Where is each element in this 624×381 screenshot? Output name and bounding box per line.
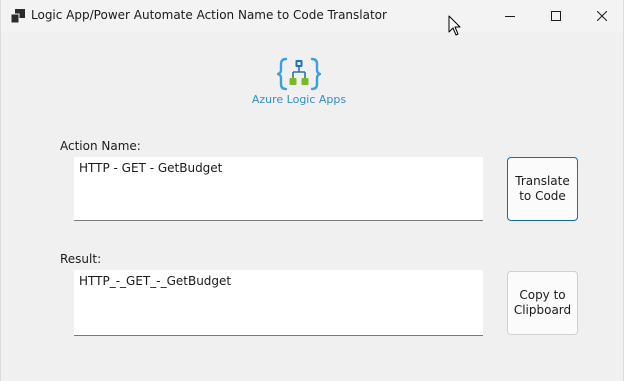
window-title: Logic App/Power Automate Action Name to … [31, 8, 387, 22]
maximize-button[interactable] [533, 0, 579, 32]
close-button[interactable] [579, 0, 624, 32]
copy-button-label-line2: Clipboard [513, 303, 572, 317]
translate-button-label-line1: Translate [515, 174, 570, 188]
close-icon [597, 11, 607, 21]
minimize-button[interactable] [487, 0, 533, 32]
logo: Azure Logic Apps [249, 55, 349, 107]
mouse-cursor-icon [448, 15, 461, 36]
result-label: Result: [60, 252, 102, 266]
logo-caption: Azure Logic Apps [251, 93, 347, 106]
title-bar[interactable]: Logic App/Power Automate Action Name to … [1, 0, 623, 32]
action-name-label: Action Name: [60, 139, 141, 153]
translate-button-label-line2: to Code [519, 189, 566, 203]
translate-button[interactable]: Translate to Code [507, 157, 578, 221]
copy-to-clipboard-button[interactable]: Copy to Clipboard [507, 271, 578, 335]
app-window: Logic App/Power Automate Action Name to … [0, 0, 624, 381]
app-icon [11, 9, 25, 23]
copy-button-label-line1: Copy to [519, 288, 566, 302]
maximize-icon [551, 11, 561, 21]
minimize-icon [505, 16, 515, 17]
azure-logic-apps-icon [277, 57, 321, 91]
action-name-input[interactable]: HTTP - GET - GetBudget [74, 157, 483, 221]
result-output[interactable]: HTTP_-_GET_-_GetBudget [74, 270, 483, 336]
